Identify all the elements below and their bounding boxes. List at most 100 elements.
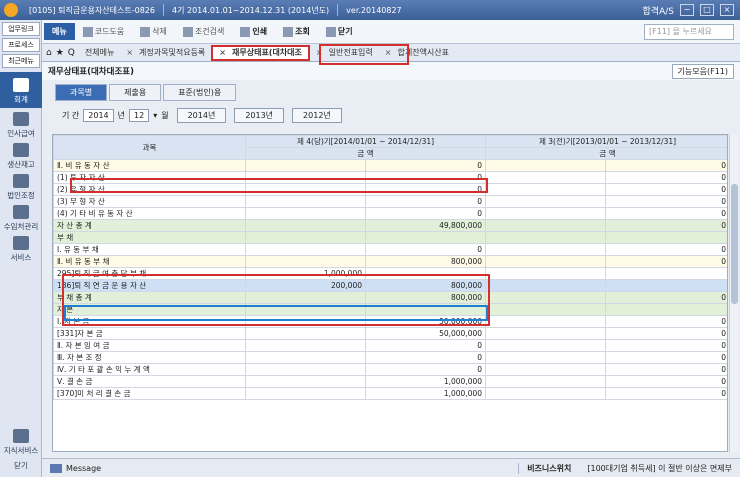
amount-cell[interactable]: 0 bbox=[605, 315, 727, 328]
tab-by-account[interactable]: 과목별 bbox=[55, 84, 108, 101]
amount-cell[interactable]: 0 bbox=[364, 243, 487, 256]
account-cell[interactable]: Ⅲ. 자 본 조 정 bbox=[53, 351, 246, 364]
amount-cell[interactable] bbox=[245, 255, 366, 268]
year-input[interactable]: 2014 bbox=[83, 109, 114, 122]
account-cell[interactable]: Ⅰ. 유 동 부 채 bbox=[53, 243, 246, 256]
code-help-button[interactable]: 코드도움 bbox=[75, 26, 132, 37]
table-row[interactable]: Ⅱ. 비 유 동 부 채 800,000 0 bbox=[53, 255, 727, 268]
table-row[interactable]: [331]자 본 금 50,000,000 0 bbox=[53, 327, 727, 340]
account-cell[interactable]: Ⅴ. 결 손 금 bbox=[53, 375, 246, 388]
amount-cell[interactable]: 800,000 bbox=[364, 291, 487, 304]
amount-cell[interactable]: 0 bbox=[364, 183, 487, 196]
amount-cell[interactable] bbox=[245, 183, 366, 196]
amount-cell[interactable] bbox=[485, 243, 607, 256]
sidebar-item-accounting[interactable]: 회계 bbox=[0, 72, 42, 108]
amount-cell[interactable] bbox=[245, 291, 366, 304]
amount-cell[interactable]: 0 bbox=[605, 243, 727, 256]
tab-balance-sheet[interactable]: × 재무상태표(대차대조 bbox=[211, 44, 310, 61]
delete-button[interactable]: 삭제 bbox=[132, 26, 175, 37]
amount-cell[interactable] bbox=[245, 159, 366, 172]
amount-cell[interactable] bbox=[485, 267, 607, 280]
amount-cell[interactable]: 0 bbox=[605, 375, 727, 388]
amount-cell[interactable]: 0 bbox=[605, 183, 727, 196]
amount-cell[interactable] bbox=[485, 327, 607, 340]
function-menu-button[interactable]: 기능모음(F11) bbox=[671, 63, 734, 79]
amount-cell[interactable] bbox=[245, 351, 366, 364]
amount-cell[interactable]: 800,000 bbox=[364, 255, 487, 268]
close-tab-icon[interactable]: × bbox=[316, 48, 323, 57]
sidebar-item-corporate[interactable]: 법인조정 bbox=[0, 174, 42, 201]
amount-cell[interactable] bbox=[364, 231, 487, 244]
amount-cell[interactable]: 1,000,000 bbox=[364, 375, 487, 388]
amount-cell[interactable]: 0 bbox=[364, 339, 487, 352]
amount-cell[interactable] bbox=[364, 303, 487, 316]
table-row[interactable]: Ⅱ. 자 본 잉 여 금 0 0 bbox=[53, 339, 727, 352]
filter-button[interactable]: 조건검색 bbox=[175, 26, 232, 37]
close-button[interactable]: 닫기 bbox=[318, 26, 361, 37]
table-row[interactable]: Ⅰ. 자 본 금 50,000,000 0 bbox=[53, 315, 727, 328]
year-2012-button[interactable]: 2012년 bbox=[292, 108, 342, 123]
account-cell[interactable]: 부 채 총 계 bbox=[53, 291, 246, 304]
search-icon[interactable]: Q bbox=[68, 48, 75, 58]
amount-cell[interactable] bbox=[245, 327, 366, 340]
amount-cell[interactable] bbox=[245, 219, 366, 232]
amount-cell[interactable]: 0 bbox=[605, 195, 727, 208]
amount-cell[interactable] bbox=[245, 363, 366, 376]
amount-cell[interactable] bbox=[485, 159, 607, 172]
account-cell[interactable]: (1) 투 자 자 산 bbox=[53, 171, 246, 184]
amount-cell[interactable] bbox=[485, 231, 607, 244]
vertical-scrollbar[interactable] bbox=[729, 134, 738, 452]
amount-cell[interactable]: 49,800,000 bbox=[364, 219, 487, 232]
amount-cell[interactable]: 1,000,000 bbox=[364, 387, 487, 400]
account-cell[interactable]: Ⅰ. 자 본 금 bbox=[53, 315, 246, 328]
message-button[interactable]: Message bbox=[42, 463, 101, 473]
amount-cell[interactable] bbox=[245, 315, 366, 328]
search-input[interactable]: [F11] 을 누르세요 bbox=[644, 23, 734, 40]
account-cell[interactable]: [370]미 처 리 결 손 금 bbox=[53, 387, 246, 400]
close-tab-icon[interactable]: × bbox=[126, 48, 133, 57]
amount-cell[interactable] bbox=[364, 267, 487, 280]
amount-cell[interactable]: 0 bbox=[605, 339, 727, 352]
amount-cell[interactable] bbox=[245, 243, 366, 256]
table-row[interactable]: (4) 기 타 비 유 동 자 산 0 0 bbox=[53, 207, 727, 220]
amount-cell[interactable]: 800,000 bbox=[364, 279, 487, 292]
sidebar-item-knowledge[interactable]: 지식서비스 bbox=[0, 426, 42, 456]
sidebar-top-process[interactable]: 프로세스 bbox=[2, 38, 40, 52]
amount-cell[interactable]: 0 bbox=[605, 219, 727, 232]
amount-cell[interactable]: 0 bbox=[605, 255, 727, 268]
table-row[interactable]: Ⅱ. 비 유 동 자 산 0 0 bbox=[53, 159, 727, 172]
amount-cell[interactable] bbox=[245, 231, 366, 244]
sidebar-item-payroll[interactable]: 인사급여 bbox=[0, 112, 42, 139]
month-select[interactable]: 12 bbox=[129, 109, 150, 122]
sidebar-top-link[interactable]: 업무링크 bbox=[2, 22, 40, 36]
account-cell[interactable]: 186]퇴 직 연 금 운 용 자 산 bbox=[53, 279, 246, 292]
tab-journal-entry[interactable]: × 일반전표입력 bbox=[310, 45, 379, 61]
business-switch[interactable]: 비즈니스위치 bbox=[518, 462, 579, 474]
amount-cell[interactable]: 0 bbox=[364, 363, 487, 376]
account-cell[interactable]: 295]퇴 직 급 여 충 당 부 채 bbox=[53, 267, 246, 280]
account-cell[interactable]: 부 채 bbox=[53, 231, 246, 244]
amount-cell[interactable] bbox=[485, 279, 607, 292]
amount-cell[interactable] bbox=[485, 315, 607, 328]
amount-cell[interactable] bbox=[485, 363, 607, 376]
tab-all-menu[interactable]: 전체메뉴 bbox=[79, 45, 120, 61]
amount-cell[interactable]: 0 bbox=[605, 387, 727, 400]
amount-cell[interactable]: 200,000 bbox=[245, 279, 366, 292]
table-row[interactable]: 295]퇴 직 급 여 충 당 부 채 1,000,000 bbox=[53, 267, 727, 280]
amount-cell[interactable]: 0 bbox=[605, 207, 727, 220]
sidebar-top-recent[interactable]: 최근메뉴 bbox=[2, 54, 40, 68]
account-cell[interactable]: [331]자 본 금 bbox=[53, 327, 246, 340]
amount-cell[interactable] bbox=[485, 183, 607, 196]
sidebar-close-button[interactable]: 닫기 bbox=[0, 460, 42, 471]
amount-cell[interactable] bbox=[245, 303, 366, 316]
amount-cell[interactable]: 50,000,000 bbox=[364, 327, 487, 340]
amount-cell[interactable]: 0 bbox=[605, 291, 727, 304]
amount-cell[interactable] bbox=[245, 207, 366, 220]
amount-cell[interactable] bbox=[485, 387, 607, 400]
amount-cell[interactable]: 0 bbox=[605, 327, 727, 340]
tab-account-codes[interactable]: × 계정과목및적요등록 bbox=[120, 45, 211, 61]
table-row[interactable]: Ⅳ. 기 타 포 괄 손 익 누 계 액 0 0 bbox=[53, 363, 727, 376]
table-row[interactable]: Ⅲ. 자 본 조 정 0 0 bbox=[53, 351, 727, 364]
account-cell[interactable]: Ⅱ. 비 유 동 자 산 bbox=[53, 159, 246, 172]
amount-cell[interactable] bbox=[245, 195, 366, 208]
